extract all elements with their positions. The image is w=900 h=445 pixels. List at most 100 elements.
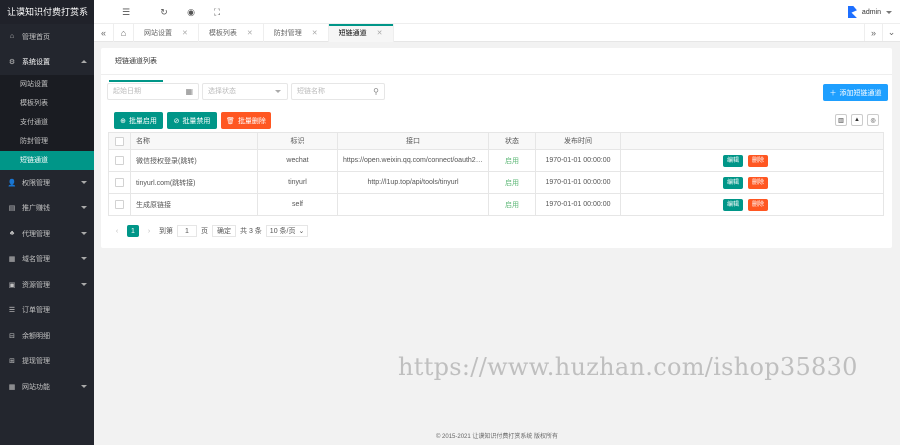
cell-api: http://l1up.top/api/tools/tinyurl xyxy=(337,171,489,194)
refresh-icon[interactable]: ↻ xyxy=(158,6,170,18)
close-icon[interactable]: ✕ xyxy=(377,29,383,37)
sidebar-item-label: 余额明细 xyxy=(22,332,50,340)
tab-label: 短链通道 xyxy=(338,30,367,37)
close-icon[interactable]: ✕ xyxy=(247,29,253,37)
theme-icon[interactable]: ◉ xyxy=(185,6,197,18)
menu-toggle-icon[interactable]: ☰ xyxy=(120,6,132,18)
sidebar-item-home[interactable]: ⌂ 管理首页 xyxy=(0,24,94,50)
withdraw-icon: ⊞ xyxy=(9,358,15,366)
tab-site-settings[interactable]: 网站设置 ✕ xyxy=(134,24,199,42)
delete-button[interactable]: 删除 xyxy=(747,154,768,167)
sidebar-item-orders[interactable]: ☰ 订单管理 xyxy=(0,298,94,324)
cell-id: tinyurl xyxy=(257,171,338,194)
sidebar-item-label: 代理管理 xyxy=(22,230,50,238)
column-header-time[interactable]: 发布时间 xyxy=(535,132,621,150)
home-tab-icon[interactable]: ⌂ xyxy=(114,24,134,42)
sidebar-subitem-short-link[interactable]: 短链通道 xyxy=(0,151,94,170)
calendar-icon: ▦ xyxy=(185,87,193,96)
cell-time: 1970-01-01 00:00:00 xyxy=(535,149,621,172)
cell-time: 1970-01-01 00:00:00 xyxy=(535,193,621,216)
globe-icon[interactable] xyxy=(132,6,144,18)
sidebar-item-site-functions[interactable]: ▦ 网站功能 xyxy=(0,374,94,400)
cell-status: 启用 xyxy=(488,171,536,194)
total-count: 共 3 条 xyxy=(240,228,262,235)
select-all-checkbox[interactable] xyxy=(115,136,124,146)
delete-button[interactable]: 删除 xyxy=(747,176,768,189)
goto-label: 到第 xyxy=(159,228,173,235)
prev-page-icon[interactable]: ‹ xyxy=(111,225,123,237)
status-select[interactable]: 选择状态 xyxy=(202,83,288,100)
row-checkbox[interactable] xyxy=(115,200,124,209)
sidebar-item-resources[interactable]: ▣ 资源管理 xyxy=(0,272,94,298)
row-select-cell[interactable] xyxy=(108,171,131,194)
page-tabs: « ⌂ 网站设置 ✕ 模板列表 ✕ 防封管理 ✕ 短链通道 ✕ » ⌄ xyxy=(94,24,900,42)
cell-name: 生成原链接 xyxy=(130,193,258,216)
row-select-cell[interactable] xyxy=(108,193,131,216)
start-date-input[interactable]: 起始日期 ▦ xyxy=(107,83,199,100)
order-icon: ☰ xyxy=(8,307,16,315)
tabs-scroll-right-icon[interactable]: » xyxy=(864,24,882,41)
goto-confirm-button[interactable]: 确定 xyxy=(212,225,236,237)
cell-api xyxy=(337,193,489,216)
sidebar-subitem-templates[interactable]: 模板列表 xyxy=(0,94,94,113)
search-input[interactable]: 短链名称 ⚲ xyxy=(291,83,385,100)
sidebar: 让谟知识付费打赏系 ⌂ 管理首页 ⚙ 系统设置 网站设置 模板列表 支付通道 防… xyxy=(0,0,94,445)
tabs-menu-chevron-icon[interactable]: ⌄ xyxy=(882,24,900,41)
sidebar-item-permissions[interactable]: 👤 权限管理 xyxy=(0,170,94,196)
sidebar-item-domains[interactable]: ▦ 域名管理 xyxy=(0,247,94,273)
row-select-cell[interactable] xyxy=(108,149,131,172)
table-row: tinyurl.com(跳转接) tinyurl http://l1up.top… xyxy=(108,171,884,194)
chevron-down-icon xyxy=(81,231,87,235)
search-icon[interactable]: ⚲ xyxy=(373,84,379,99)
edit-button[interactable]: 编辑 xyxy=(722,176,743,189)
chevron-down-icon xyxy=(886,10,892,14)
sidebar-item-system-settings[interactable]: ⚙ 系统设置 xyxy=(0,50,94,76)
chevron-down-icon xyxy=(81,384,87,388)
sidebar-subitem-anti-block[interactable]: 防封管理 xyxy=(0,132,94,151)
export-icon[interactable]: ◎ xyxy=(867,114,879,126)
tab-templates[interactable]: 模板列表 ✕ xyxy=(199,24,264,42)
card-tab-title[interactable]: 短链通道列表 xyxy=(109,56,163,82)
add-short-link-button[interactable]: ＋ 添加短链通道 xyxy=(823,84,888,101)
tab-short-link[interactable]: 短链通道 ✕ xyxy=(328,24,394,42)
delete-button[interactable]: 删除 xyxy=(747,198,768,211)
edit-button[interactable]: 编辑 xyxy=(722,154,743,167)
edit-button[interactable]: 编辑 xyxy=(722,198,743,211)
sidebar-item-agents[interactable]: ♣ 代理管理 xyxy=(0,221,94,247)
sidebar-item-promotion[interactable]: ▤ 推广赚钱 xyxy=(0,196,94,222)
table-header-row: 名称 标识 接口 状态 发布时间 xyxy=(108,132,884,150)
row-checkbox[interactable] xyxy=(115,156,124,165)
sidebar-item-label: 域名管理 xyxy=(22,256,50,264)
tabs-scroll-left-icon[interactable]: « xyxy=(94,24,114,42)
close-icon[interactable]: ✕ xyxy=(312,29,318,37)
goto-page-input[interactable]: 1 xyxy=(177,225,197,237)
column-header-name[interactable]: 名称 xyxy=(130,132,258,150)
column-header-api[interactable]: 接口 xyxy=(337,132,489,150)
money-icon: ▤ xyxy=(8,205,16,213)
sidebar-item-balance[interactable]: ⊟ 余额明细 xyxy=(0,323,94,349)
sidebar-subitem-payment[interactable]: 支付通道 xyxy=(0,113,94,132)
batch-enable-button[interactable]: ⊕ 批量启用 xyxy=(114,112,163,129)
plus-circle-icon: ⊕ xyxy=(120,117,126,125)
per-page-select[interactable]: 10 条/页 ⌄ xyxy=(265,225,309,237)
grid-icon: ▦ xyxy=(8,383,16,391)
print-icon[interactable]: ▲ xyxy=(851,114,863,126)
columns-filter-icon[interactable]: ▥ xyxy=(835,114,847,126)
sidebar-item-withdraw[interactable]: ⊞ 提现管理 xyxy=(0,349,94,375)
chevron-down-icon xyxy=(81,257,87,261)
page-current[interactable]: 1 xyxy=(127,225,139,237)
column-header-id[interactable]: 标识 xyxy=(257,132,338,150)
fullscreen-icon[interactable]: ⛶ xyxy=(211,6,223,18)
balance-icon: ⊟ xyxy=(9,332,15,340)
batch-disable-button[interactable]: ⊘ 批量禁用 xyxy=(167,112,217,129)
tab-anti-block[interactable]: 防封管理 ✕ xyxy=(264,24,329,42)
next-page-icon[interactable]: › xyxy=(143,225,155,237)
user-menu[interactable]: admin xyxy=(847,0,892,24)
select-all-cell[interactable] xyxy=(108,132,131,150)
sidebar-subitem-site-settings[interactable]: 网站设置 xyxy=(0,75,94,94)
gear-icon: ⚙ xyxy=(8,59,16,67)
batch-delete-button[interactable]: 🗑 批量删除 xyxy=(221,112,271,129)
row-checkbox[interactable] xyxy=(115,178,124,187)
column-header-status[interactable]: 状态 xyxy=(488,132,536,150)
close-icon[interactable]: ✕ xyxy=(182,29,188,37)
